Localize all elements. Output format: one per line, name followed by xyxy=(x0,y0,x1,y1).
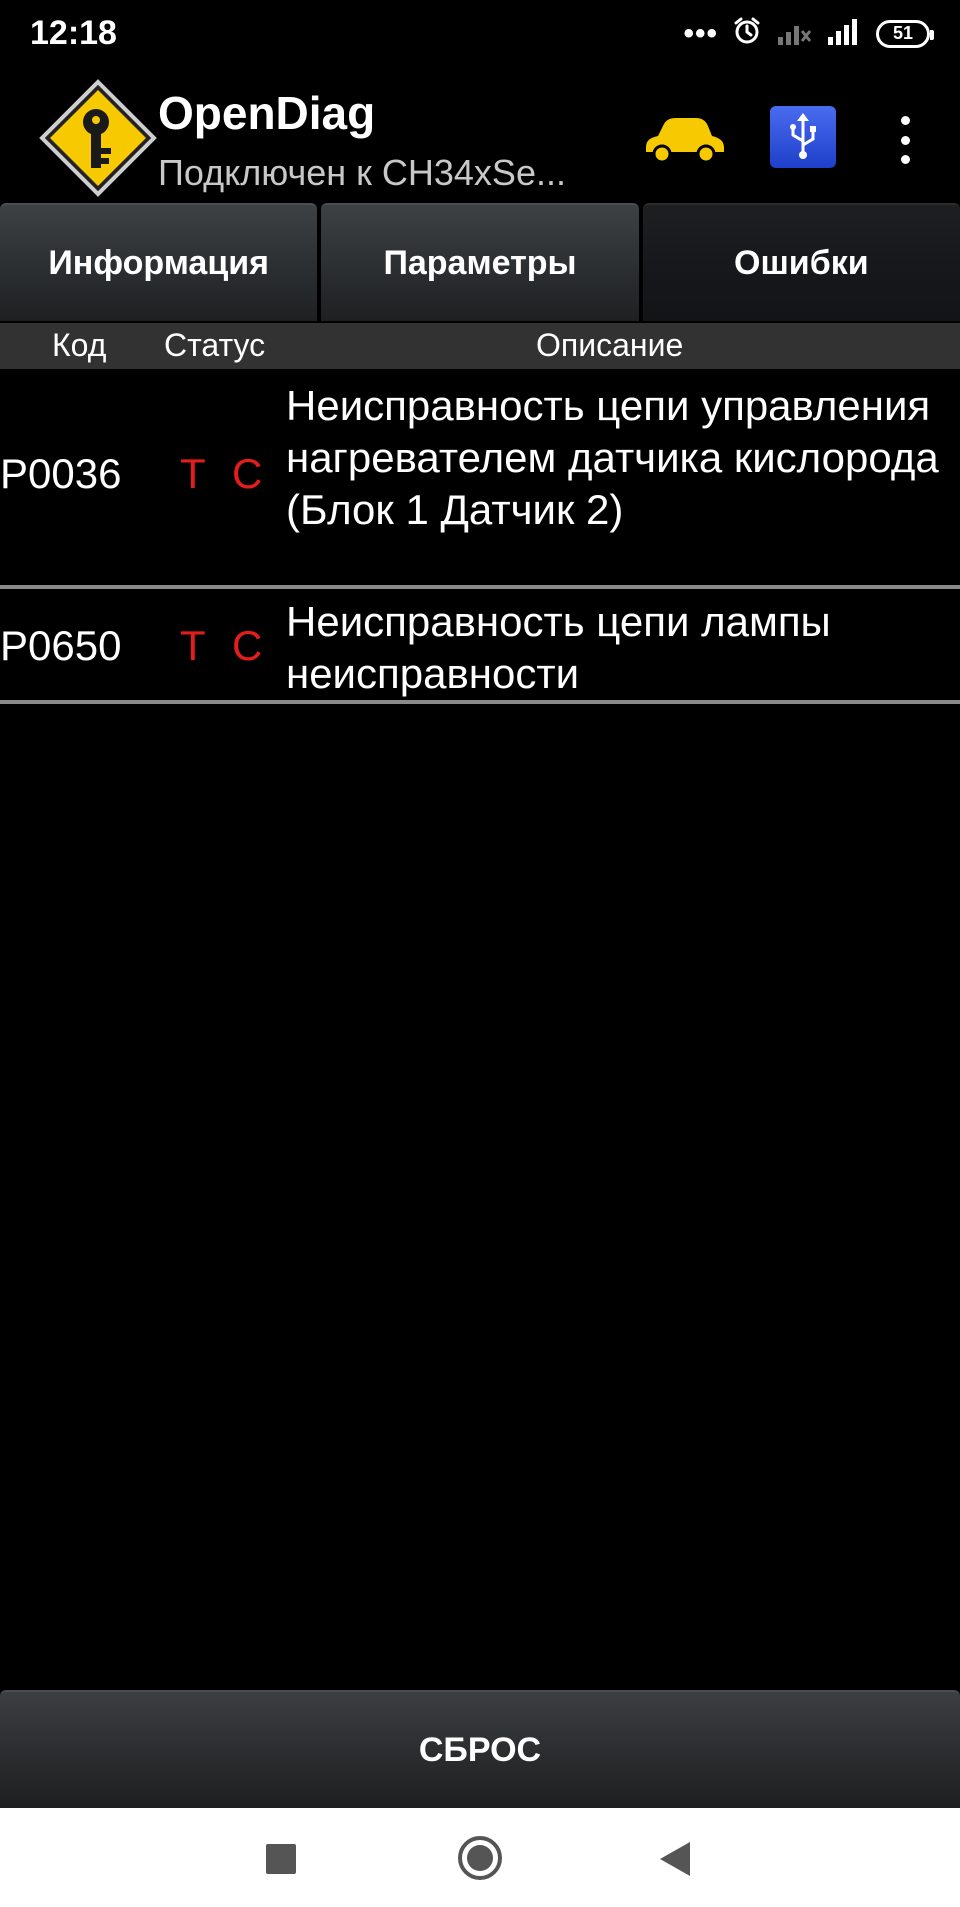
column-header-description: Описание xyxy=(536,327,684,363)
more-notifications-icon: ••• xyxy=(683,16,718,50)
tab-info[interactable]: Информация xyxy=(0,203,318,321)
tab-errors[interactable]: Ошибки xyxy=(642,203,960,321)
back-icon[interactable] xyxy=(660,1842,690,1876)
status-flag-c: C xyxy=(232,450,263,497)
tab-parameters[interactable]: Параметры xyxy=(321,203,639,321)
alarm-icon xyxy=(732,16,762,51)
error-description: Неисправность цепи управления нагревател… xyxy=(286,382,939,533)
table-row[interactable]: P0036 T C Неисправность цепи управления … xyxy=(0,374,960,589)
tab-bar: Информация Параметры Ошибки xyxy=(0,203,960,321)
recents-icon[interactable] xyxy=(266,1844,296,1874)
table-row[interactable]: P0650 T C Неисправность цепи лампы неисп… xyxy=(0,592,960,704)
navigation-bar xyxy=(0,1808,960,1907)
column-header-code: Код xyxy=(52,327,107,363)
status-bar: 12:18 ••• 51 xyxy=(0,0,960,70)
status-flag-c: C xyxy=(232,622,263,669)
action-bar: OpenDiag Подключен к CH34xSe... xyxy=(0,70,960,200)
connection-subtitle: Подключен к CH34xSe... xyxy=(158,152,566,193)
error-code: P0036 xyxy=(0,450,122,497)
app-logo-icon xyxy=(38,78,158,198)
status-time: 12:18 xyxy=(30,14,117,52)
status-flag-t: T xyxy=(180,622,206,669)
status-flag-t: T xyxy=(180,450,206,497)
signal-weak-icon xyxy=(776,17,812,50)
usb-icon[interactable] xyxy=(770,106,836,168)
signal-icon xyxy=(826,17,862,50)
reset-button[interactable]: СБРОС xyxy=(0,1690,960,1808)
battery-icon: 51 xyxy=(876,19,934,48)
table-header: Код Статус Описание xyxy=(0,323,960,369)
error-description: Неисправность цепи лампы неисправности xyxy=(286,598,831,697)
error-code: P0650 xyxy=(0,622,122,669)
overflow-menu-icon[interactable] xyxy=(890,116,920,164)
status-icons: ••• 51 xyxy=(683,16,934,51)
car-icon[interactable] xyxy=(640,114,726,164)
app-title: OpenDiag xyxy=(158,87,376,139)
home-icon[interactable] xyxy=(458,1836,502,1880)
column-header-status: Статус xyxy=(164,327,266,363)
